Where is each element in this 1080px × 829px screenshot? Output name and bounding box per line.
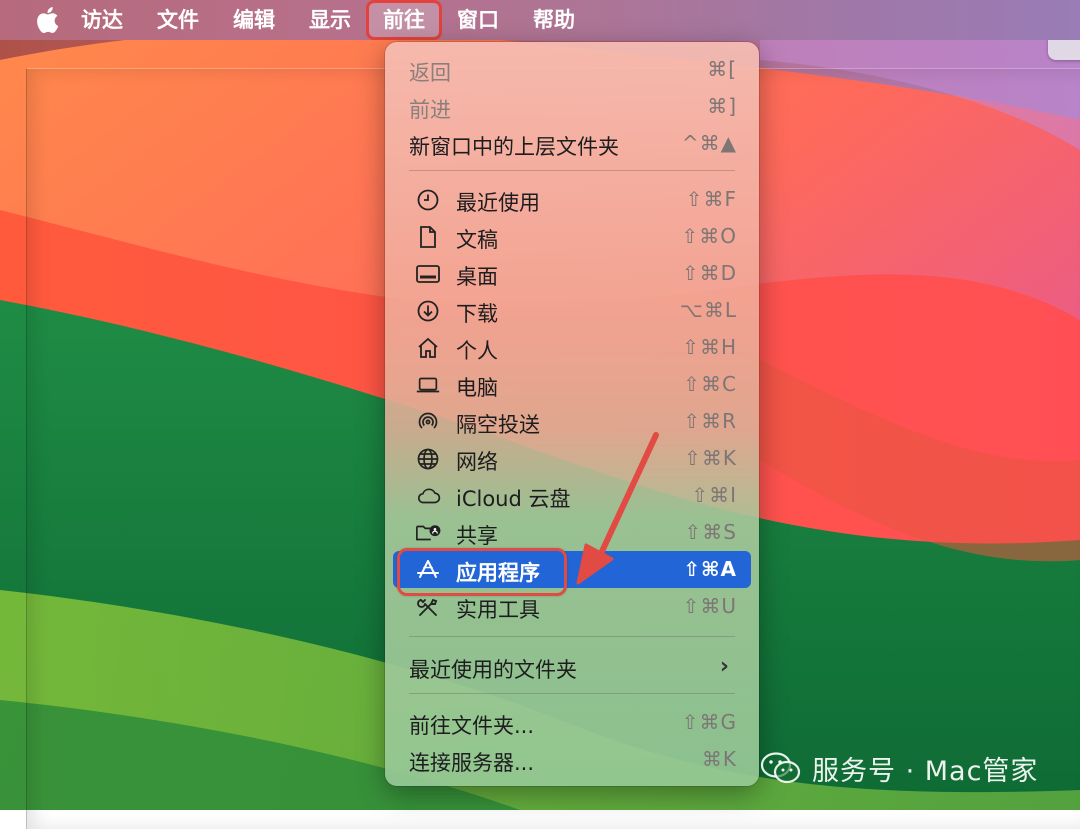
menu-item-shortcut: ⇧⌘I [691,483,737,507]
desktop-icon [415,261,441,287]
annotation-arrow [576,432,659,585]
apple-icon [37,7,59,33]
home-icon [415,335,441,361]
shared-folder-icon [415,520,441,546]
menu-item-shortcut: ^⌘▲ [681,131,737,155]
menu-separator [409,693,735,694]
menubar-item-go[interactable]: 前往 [366,0,442,40]
menu-item-label: 返回 [409,61,451,85]
menu-item-label: 前往文件夹... [409,714,535,738]
menu-item-desktop[interactable]: 桌面 ⇧⌘D [393,255,751,292]
clock-icon [415,187,441,213]
watermark: 服务号 · Mac管家 [760,748,1038,788]
menu-item-shortcut: ⇧⌘R [683,409,737,433]
laptop-icon [415,372,441,398]
cloud-icon [415,483,441,509]
menu-item-label: 隔空投送 [456,413,540,437]
menu-item-recents[interactable]: 最近使用 ⇧⌘F [393,181,751,218]
menu-item-label: 新窗口中的上层文件夹 [409,135,619,159]
menu-item-shortcut: ⇧⌘C [683,372,737,396]
menu-item-shortcut: ⇧⌘D [681,261,737,285]
menu-item-shortcut: ⇧⌘O [681,224,737,248]
menu-item-label: 连接服务器... [409,751,535,775]
menu-item-home[interactable]: 个人 ⇧⌘H [393,329,751,366]
menubar-item-file[interactable]: 文件 [140,0,216,40]
airdrop-icon [415,409,441,435]
menu-item-label: 文稿 [456,228,498,252]
menu-item-forward[interactable]: 前进 ⌘] [393,88,751,125]
menu-item-go-to-folder[interactable]: 前往文件夹... ⇧⌘G [393,704,751,741]
window-corner [1048,38,1080,60]
menu-item-computer[interactable]: 电脑 ⇧⌘C [393,366,751,403]
menu-item-shortcut: ⇧⌘A [683,557,737,581]
menu-item-label: 个人 [456,339,498,363]
menu-item-label: iCloud 云盘 [456,487,571,511]
menu-item-label: 电脑 [456,376,498,400]
go-menu-dropdown: 返回 ⌘[ 前进 ⌘] 新窗口中的上层文件夹 ^⌘▲ 最近使用 ⇧⌘F 文稿 ⇧… [385,42,759,786]
menu-item-label: 实用工具 [456,598,540,622]
menu-item-shortcut: ⇧⌘H [682,335,737,359]
menu-item-label: 桌面 [456,265,498,289]
menu-item-connect-server[interactable]: 连接服务器... ⌘K [393,741,751,778]
menu-item-label: 网络 [456,450,498,474]
apple-menu-button[interactable] [30,0,64,40]
download-icon [415,298,441,324]
chevron-right-icon: › [719,654,729,679]
menu-item-downloads[interactable]: 下载 ⌥⌘L [393,292,751,329]
menu-item-shortcut: ⌘] [707,94,737,118]
menu-item-shortcut: ⇧⌘G [681,710,737,734]
menu-item-shortcut: ⇧⌘U [682,594,737,618]
menubar-item-view[interactable]: 显示 [292,0,368,40]
menu-separator [409,170,735,171]
menu-item-label: 最近使用的文件夹 [409,658,577,682]
menubar-item-go-label: 前往 [383,8,425,32]
menu-separator [409,636,735,637]
menubar-item-window[interactable]: 窗口 [440,0,516,40]
menu-item-shortcut: ⌥⌘L [679,298,737,322]
menu-item-back[interactable]: 返回 ⌘[ [393,51,751,88]
menubar-item-edit[interactable]: 编辑 [216,0,292,40]
menu-item-recent-folders[interactable]: 最近使用的文件夹 › [393,648,751,685]
document-icon [415,224,441,250]
menu-item-label: 下载 [456,302,498,326]
menu-item-shortcut: ⇧⌘F [685,187,737,211]
annotation-box-applications [397,548,567,596]
menu-bar: 访达 文件 编辑 显示 前往 窗口 帮助 [0,0,1080,40]
menu-item-shortcut: ⌘[ [707,57,737,81]
menu-item-label: 前进 [409,98,451,122]
menu-item-documents[interactable]: 文稿 ⇧⌘O [393,218,751,255]
menu-item-enclosing-folder[interactable]: 新窗口中的上层文件夹 ^⌘▲ [393,125,751,162]
menu-item-shortcut: ⇧⌘K [684,446,737,470]
menu-item-label: 共享 [456,524,498,548]
globe-icon [415,446,441,472]
utilities-icon [415,594,441,620]
watermark-text: 服务号 · Mac管家 [812,755,1039,787]
menubar-item-finder[interactable]: 访达 [64,0,140,40]
menu-item-label: 最近使用 [456,191,540,215]
wechat-icon [760,752,801,784]
menu-item-shortcut: ⌘K [701,747,737,771]
menu-item-shortcut: ⇧⌘S [684,520,737,544]
menubar-item-help[interactable]: 帮助 [516,0,592,40]
